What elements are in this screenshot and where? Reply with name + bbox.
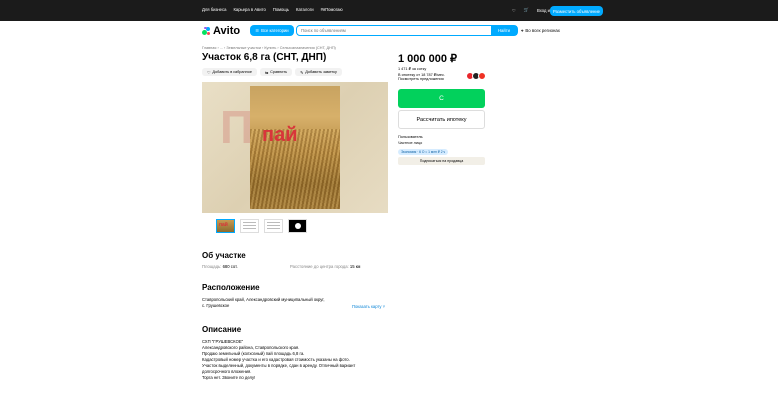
region-selector[interactable]: ⌖ Во всех регионах [521,28,560,33]
top-link-career[interactable]: Карьера в Авито [233,7,265,12]
heart-icon[interactable]: ♡ [512,8,516,13]
seller-badge: Экономия · 6 О ≈ 1 млн ₽ 2 ч [398,149,449,155]
thumbnail-2[interactable] [240,219,259,233]
description-line: Кадастровый номер участка и его кадастро… [202,357,350,362]
location-heading: Расположение [202,283,260,292]
top-link-help-tag[interactable]: #яПомогаю [321,7,343,12]
top-link-catalogs[interactable]: Каталоги [296,7,314,12]
thumbnail-strip: пай [216,219,307,233]
main-photo[interactable]: пай [250,86,340,209]
mortgage-offers-link[interactable]: Посмотреть предложения [398,77,444,81]
top-bar: Для бизнеса Карьера в Авито Помощь Катал… [0,0,778,21]
top-links: Для бизнеса Карьера в Авито Помощь Катал… [202,7,343,12]
description-line: Александровского района, Ставропольского… [202,345,300,350]
description-heading: Описание [202,325,242,334]
price-per-unit: 1 471 ₽ за сотку [398,67,427,71]
find-button[interactable]: Найти [491,26,517,35]
bank-logos [466,72,486,80]
distance-label: Расстояние до центра города: [290,264,349,269]
area-row: Площадь: 680 сот. [202,264,238,269]
compare-icon: ⇆ [264,70,269,75]
thumbnail-3[interactable] [264,219,283,233]
add-favorite-label: Добавить в избранное [212,70,252,74]
search-box: Найти [296,25,518,36]
top-link-help[interactable]: Помощь [273,7,289,12]
add-note-label: Добавить заметку [305,70,337,74]
photo-caption: пай [262,124,298,146]
description-line: Торга нет. Звоните по делу! [202,375,256,380]
show-map-link[interactable]: Показать карту ˅ [352,304,385,309]
description-line: долгосрочного вложения. [202,369,252,374]
description-line: СХП "ГРУШЕВСКОЕ" [202,339,244,344]
play-icon [294,223,301,229]
description-line: Продаю земельный (колхозный) пай площадь… [202,351,305,356]
distance-value: 15 км [349,264,361,269]
search-input[interactable] [297,26,491,35]
breadcrumb[interactable]: Главная › ... › Земельные участки › Купи… [202,46,336,50]
distance-row: Расстояние до центра города: 15 км [290,264,360,269]
page-title: Участок 6,8 га (СНТ, ДНП) [202,52,327,63]
cart-icon[interactable]: 🛒 [524,7,529,13]
place-ad-button[interactable]: Разместить объявление [550,6,603,16]
bank-logo-icon [478,72,486,80]
address-line-1: Ставропольский край, Александровский мун… [202,297,325,302]
heart-icon: ♡ [207,70,211,75]
ad-actions: ♡ Добавить в избранное ⇆ Сравнить ✎ Доба… [202,68,342,76]
price: 1 000 000 ₽ [398,53,457,65]
area-label: Площадь: [202,264,222,269]
avito-logo[interactable]: Avito [202,25,240,37]
area-value: 680 сот. [222,264,238,269]
note-icon: ✎ [300,70,304,75]
top-link-business[interactable]: Для бизнеса [202,7,226,12]
compare-label: Сравнить [270,70,288,74]
add-note-button[interactable]: ✎ Добавить заметку [295,68,342,76]
thumbnail-1[interactable]: пай [216,219,235,233]
photo-gallery[interactable]: Пай пай [202,82,388,213]
compare-button[interactable]: ⇆ Сравнить [259,68,293,76]
all-categories-button[interactable]: ☰ Все категории [250,25,294,36]
all-categories-label: Все категории [261,28,289,33]
show-phone-button[interactable]: С [398,89,485,108]
chevron-down-icon: ˅ [381,304,386,309]
subscribe-seller-button[interactable]: Подписаться на продавца [398,157,485,165]
thumbnail-video[interactable] [288,219,307,233]
thumbnail-caption: пай [219,222,228,228]
description-line: Участок выделенный, документы в порядке,… [202,363,356,368]
region-label: Во всех регионах [525,28,560,33]
about-heading: Об участке [202,251,246,260]
mortgage-calc-button[interactable]: Рассчитать ипотеку [398,110,485,129]
location-pin-icon: ⌖ [521,28,524,33]
header: Avito ☰ Все категории Найти ⌖ Во всех ре… [0,21,778,41]
seller-type: Частное лицо [398,141,423,145]
address-line-2: с. Грушевское [202,303,230,308]
menu-icon: ☰ [255,28,260,33]
seller-role[interactable]: Пользователь [398,135,423,139]
add-favorite-button[interactable]: ♡ Добавить в избранное [202,68,257,76]
logo-dots-icon [202,26,211,36]
logo-text: Avito [213,25,241,37]
show-map-label: Показать карту [352,304,382,309]
